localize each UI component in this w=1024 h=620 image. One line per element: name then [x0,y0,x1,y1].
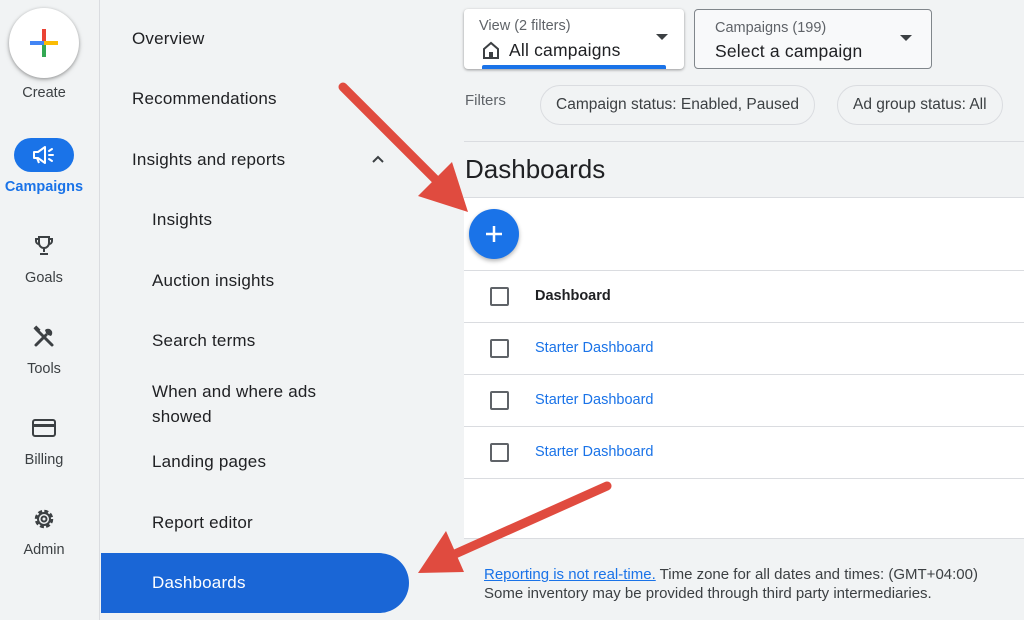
trophy-icon [35,236,53,255]
row-checkbox[interactable] [490,391,509,410]
rail-label-create: Create [22,85,66,101]
nav-item-insights[interactable]: Insights [152,210,212,230]
rail-label-goals: Goals [25,270,63,286]
campaign-dropdown-caret-icon [900,35,912,41]
dashboard-link[interactable]: Starter Dashboard [535,444,653,460]
nav-item-report-editor[interactable]: Report editor [152,513,253,533]
view-dropdown-value: All campaigns [509,40,621,60]
column-header-dashboard[interactable]: Dashboard [535,288,611,304]
inventory-note: Some inventory may be provided through t… [484,585,932,602]
view-dropdown-active-bar [482,65,666,69]
rail-item-admin[interactable] [14,502,74,536]
select-all-checkbox[interactable] [490,287,509,306]
footer-note: Reporting is not real-time. Time zone fo… [484,565,978,603]
page-title: Dashboards [465,154,606,184]
credit-card-icon [32,419,56,437]
rail-label-billing: Billing [24,452,64,468]
divider [464,141,1024,142]
main-content: View (2 filters) All campaigns Campaigns… [464,0,1024,620]
plus-multicolor-icon [30,29,58,57]
dashboard-link[interactable]: Starter Dashboard [535,392,653,408]
nav-item-dashboards-label: Dashboards [152,573,246,592]
megaphone-icon [33,146,54,164]
tools-icon [33,325,54,347]
campaign-dropdown[interactable]: Campaigns (199) Select a campaign [694,9,932,69]
left-rail: Create Campaigns Goals Tools Billing Adm… [0,0,100,620]
nav-item-dashboards[interactable] [101,553,409,613]
view-dropdown-caption: View (2 filters) [479,18,571,34]
row-checkbox[interactable] [490,339,509,358]
rail-label-admin: Admin [23,542,65,558]
campaign-dropdown-value: Select a campaign [715,41,863,61]
chevron-up-icon[interactable] [369,150,387,168]
filters-label: Filters [465,92,506,109]
plus-icon [486,226,502,242]
filter-chip-ad-group-status[interactable]: Ad group status: All [837,85,1003,125]
filter-chip-campaign-status[interactable]: Campaign status: Enabled, Paused [540,85,815,125]
view-dropdown[interactable]: View (2 filters) All campaigns [464,9,684,69]
reporting-not-realtime-link[interactable]: Reporting is not real-time. [484,566,656,583]
nav-item-insights-and-reports[interactable]: Insights and reports [132,150,285,170]
dashboards-table-card: Dashboard Starter Dashboard Starter Dash… [464,197,1024,539]
table-header-row: Dashboard [464,270,1024,322]
create-button[interactable] [9,8,79,78]
nav-item-search-terms[interactable]: Search terms [152,331,256,351]
rail-label-campaigns: Campaigns [4,179,84,195]
rail-item-billing[interactable] [14,411,74,445]
nav-item-landing-pages[interactable]: Landing pages [152,452,266,472]
nav-item-overview[interactable]: Overview [132,29,204,49]
campaign-dropdown-caption: Campaigns (199) [715,20,827,36]
gear-icon [34,509,54,529]
rail-label-tools: Tools [27,361,61,377]
add-dashboard-button[interactable] [469,209,519,259]
table-row: Starter Dashboard [464,374,1024,426]
nav-item-auction-insights[interactable]: Auction insights [152,271,274,291]
rail-item-goals[interactable] [14,229,74,263]
table-row: Starter Dashboard [464,426,1024,478]
view-dropdown-caret-icon [656,34,668,40]
table-row: Starter Dashboard [464,322,1024,374]
timezone-text: Time zone for all dates and times: (GMT+… [655,566,978,583]
secondary-nav: Overview Recommendations Insights and re… [101,0,463,620]
table-row-divider [464,478,1024,479]
dashboard-link[interactable]: Starter Dashboard [535,340,653,356]
rail-item-campaigns[interactable] [14,138,74,172]
rail-item-tools[interactable] [14,320,74,354]
row-checkbox[interactable] [490,443,509,462]
nav-item-recommendations[interactable]: Recommendations [132,89,277,109]
home-icon [483,41,499,59]
nav-item-when-and-where-ads-showed[interactable]: When and where ads showed [152,379,352,429]
